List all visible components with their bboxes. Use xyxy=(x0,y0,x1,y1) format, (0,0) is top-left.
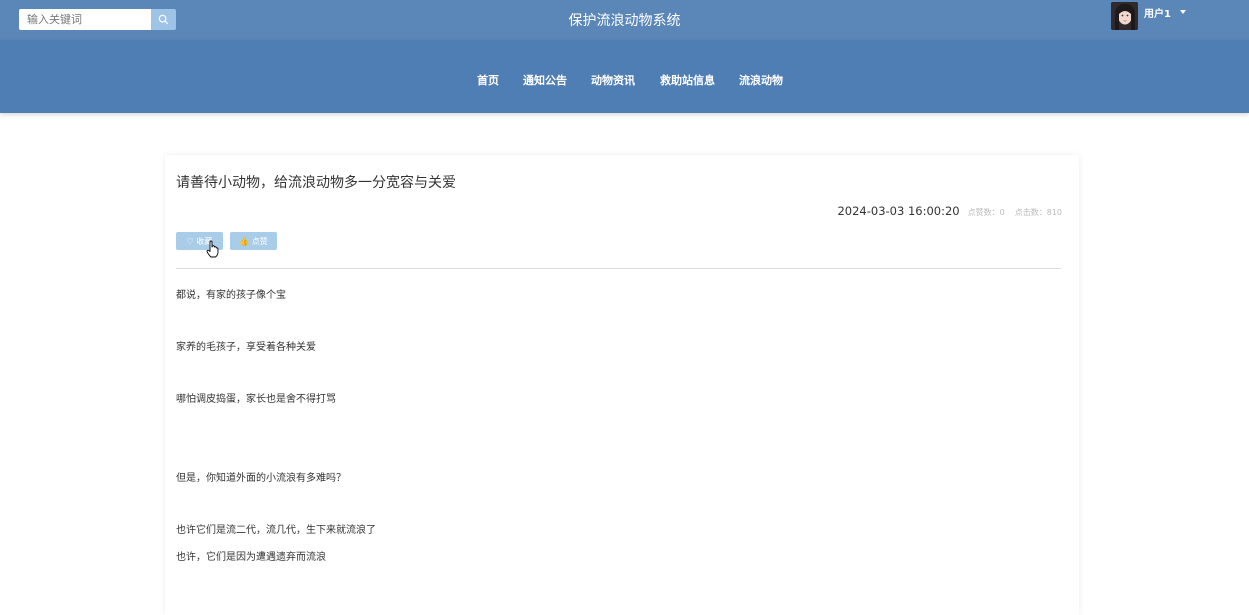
article-meta: 2024-03-03 16:00:20 点赞数：0 点击数：810 xyxy=(837,204,1062,218)
article-date: 2024-03-03 16:00:20 xyxy=(837,204,960,218)
top-bar: 保护流浪动物系统 用户1 xyxy=(0,0,1249,40)
like-button[interactable]: 👍 点赞 xyxy=(230,232,277,250)
site-title: 保护流浪动物系统 xyxy=(568,13,681,29)
article-card: 请善待小动物，给流浪动物多一分宽容与关爱 2024-03-03 16:00:20… xyxy=(165,155,1079,615)
article-title: 请善待小动物，给流浪动物多一分宽容与关爱 xyxy=(176,175,456,191)
user-name: 用户1 xyxy=(1144,9,1171,20)
nav-item-stray-animals[interactable]: 流浪动物 xyxy=(739,72,783,88)
article-paragraph: 哪怕调皮捣蛋，家长也是舍不得打骂 xyxy=(176,394,336,405)
click-count: 点击数：810 xyxy=(1014,208,1062,217)
nav-item-animal-news[interactable]: 动物资讯 xyxy=(591,72,635,88)
divider xyxy=(176,268,1061,269)
article-paragraph: 但是，你知道外面的小流浪有多难吗？ xyxy=(176,473,346,484)
nav-item-rescue-stations[interactable]: 救助站信息 xyxy=(660,72,715,88)
nav-item-home[interactable]: 首页 xyxy=(477,72,499,88)
article-paragraph: 都说，有家的孩子像个宝 xyxy=(176,290,286,301)
article-paragraph: 家养的毛孩子，享受着各种关爱 xyxy=(176,342,316,353)
article-paragraph: 也许它们是流二代，流几代，生下来就流浪了 xyxy=(176,525,376,536)
user-menu[interactable]: 用户1 xyxy=(1111,2,1186,30)
chevron-down-icon xyxy=(1179,10,1186,14)
hand-cursor-icon xyxy=(206,240,219,258)
main-nav: 首页 通知公告 动物资讯 救助站信息 流浪动物 xyxy=(0,40,1249,113)
nav-item-notices[interactable]: 通知公告 xyxy=(523,72,567,88)
like-count: 点赞数：0 xyxy=(967,208,1005,217)
article-paragraph: 也许，它们是因为遭遇遗弃而流浪 xyxy=(176,552,326,563)
avatar xyxy=(1111,2,1138,30)
